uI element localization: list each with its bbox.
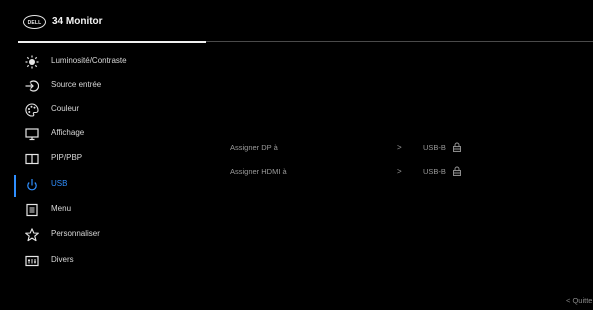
menu-item-label: Source entrée <box>51 80 102 89</box>
setting-value: USB-B <box>423 167 446 176</box>
setting-assign-hdmi[interactable]: Assigner HDMI à > USB-B <box>230 166 480 183</box>
color-palette-icon <box>25 103 39 117</box>
setting-label: Assigner HDMI à <box>230 167 287 176</box>
star-icon <box>25 228 39 242</box>
input-source-icon <box>25 80 39 92</box>
menu-item-label: Affichage <box>51 128 85 137</box>
brightness-icon <box>25 55 39 69</box>
menu-item-brightness-contrast[interactable]: Luminosité/Contraste <box>0 52 215 74</box>
header-divider-active <box>18 41 206 43</box>
menu-item-display[interactable]: Affichage <box>0 124 215 146</box>
menu-icon <box>26 203 38 217</box>
setting-assign-dp[interactable]: Assigner DP à > USB-B <box>230 142 480 159</box>
monitor-title: 34 Monitor <box>52 16 103 27</box>
menu-item-label: USB <box>51 179 68 188</box>
quit-button[interactable]: < Quitte <box>566 296 592 305</box>
menu-item-menu[interactable]: Menu <box>0 200 215 222</box>
menu-item-label: Divers <box>51 255 74 264</box>
lock-icon <box>453 142 461 152</box>
usb-icon <box>27 179 37 191</box>
menu-item-misc[interactable]: Divers <box>0 251 215 273</box>
osd-header: DELL 34 Monitor <box>0 0 593 43</box>
header-divider <box>206 41 593 42</box>
chevron-right-icon: > <box>397 143 402 152</box>
setting-value: USB-B <box>423 143 446 152</box>
menu-item-label: Menu <box>51 204 72 213</box>
menu-item-input-source[interactable]: Source entrée <box>0 76 215 98</box>
menu-item-usb[interactable]: USB <box>0 175 215 197</box>
menu-item-color[interactable]: Couleur <box>0 100 215 122</box>
menu-item-label: Personnaliser <box>51 229 100 238</box>
chevron-right-icon: > <box>397 167 402 176</box>
setting-label: Assigner DP à <box>230 143 278 152</box>
display-icon <box>25 128 39 141</box>
menu-item-label: Couleur <box>51 104 80 113</box>
menu-item-label: PIP/PBP <box>51 153 83 162</box>
pip-pbp-icon <box>25 153 39 165</box>
misc-icon <box>25 255 39 267</box>
menu-item-pip-pbp[interactable]: PIP/PBP <box>0 149 215 171</box>
menu-item-label: Luminosité/Contraste <box>51 56 127 65</box>
dell-logo: DELL <box>23 15 46 29</box>
menu-item-personalize[interactable]: Personnaliser <box>0 225 215 247</box>
lock-icon <box>453 166 461 176</box>
